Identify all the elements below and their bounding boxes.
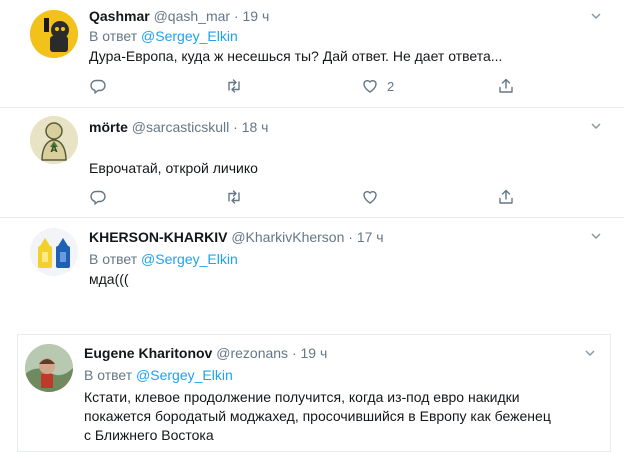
reply-mention-link[interactable]: @Sergey_Elkin (141, 251, 238, 267)
tweet-card[interactable]: A mörte @sarcasticskull · 18 ч Еврочатай… (0, 108, 624, 214)
timestamp[interactable]: 19 ч (243, 8, 270, 24)
reply-context: В ответ @Sergey_Elkin (89, 250, 238, 268)
tweet-text: Еврочатай, открой личико (89, 159, 258, 178)
reply-prefix: В ответ (89, 251, 138, 267)
user-handle[interactable]: @qash_mar (154, 8, 230, 24)
reply-button[interactable] (89, 188, 107, 206)
avatar[interactable]: A (30, 116, 78, 164)
tweet-actions: 2 (89, 77, 519, 95)
user-handle[interactable]: @KharkivKherson (231, 229, 344, 245)
timestamp[interactable]: 17 ч (357, 229, 384, 245)
like-count: 2 (387, 78, 395, 94)
share-button[interactable] (497, 77, 515, 95)
heart-icon (363, 80, 377, 93)
tweet-text-line: Кстати, клевое продолжение получится, ко… (84, 389, 520, 405)
tweet-text-line: Еврочатай, открой личико (89, 160, 258, 176)
tweet-text-line: мда((( (89, 271, 129, 287)
avatar[interactable] (30, 228, 78, 276)
tweet-header: mörte @sarcasticskull · 18 ч (89, 118, 268, 136)
like-button[interactable]: 2 (361, 77, 394, 95)
display-name[interactable]: mörte (89, 119, 128, 135)
reply-context: В ответ @Sergey_Elkin (89, 27, 238, 45)
tweet-text-line: с Ближнего Востока (84, 427, 214, 443)
display-name[interactable]: Qashmar (89, 8, 150, 24)
timestamp[interactable]: 18 ч (242, 119, 269, 135)
display-name[interactable]: KHERSON-KHARKIV (89, 229, 227, 245)
chevron-down-icon[interactable] (590, 120, 602, 132)
retweet-button[interactable] (225, 77, 243, 95)
user-handle[interactable]: @sarcasticskull (132, 119, 229, 135)
timestamp[interactable]: 19 ч (301, 345, 328, 361)
reply-mention-link[interactable]: @Sergey_Elkin (141, 28, 238, 44)
reply-icon (90, 190, 106, 205)
display-name[interactable]: Eugene Kharitonov (84, 345, 212, 361)
tweet-actions (89, 188, 519, 206)
reply-button[interactable] (89, 77, 107, 95)
tweet-text-line: Дура-Европа, куда ж несешься ты? Дай отв… (89, 48, 503, 64)
share-button[interactable] (497, 188, 515, 206)
tweet-header: Eugene Kharitonov @rezonans · 19 ч (84, 344, 327, 362)
user-handle[interactable]: @rezonans (216, 345, 288, 361)
separator-dot: · (291, 345, 297, 361)
separator-dot: · (233, 8, 239, 24)
tweet-card[interactable]: Qashmar @qash_mar · 19 ч В ответ @Sergey… (0, 0, 624, 106)
like-button[interactable] (361, 188, 379, 206)
tweet-text: мда((( (89, 270, 129, 289)
reply-icon (90, 79, 106, 94)
chevron-down-icon[interactable] (590, 230, 602, 242)
reply-mention-link[interactable]: @Sergey_Elkin (136, 367, 233, 383)
retweet-button[interactable] (225, 188, 243, 206)
share-icon (499, 78, 513, 93)
heart-icon (363, 191, 377, 204)
reply-context: В ответ @Sergey_Elkin (84, 366, 233, 384)
reply-prefix: В ответ (89, 28, 138, 44)
retweet-icon (228, 190, 240, 204)
chevron-down-icon[interactable] (590, 10, 602, 22)
tweet-header: Qashmar @qash_mar · 19 ч (89, 7, 269, 25)
tweet-card[interactable]: KHERSON-KHARKIV @KharkivKherson · 17 ч В… (0, 218, 624, 318)
avatar[interactable] (30, 10, 78, 58)
svg-text:A: A (51, 145, 58, 155)
chevron-down-icon[interactable] (584, 347, 596, 359)
tweet-card[interactable]: Eugene Kharitonov @rezonans · 19 ч В отв… (17, 334, 611, 452)
tweet-text: Кстати, клевое продолжение получится, ко… (84, 388, 551, 445)
separator-dot: · (348, 229, 353, 245)
tweet-header: KHERSON-KHARKIV @KharkivKherson · 17 ч (89, 228, 384, 246)
separator-dot: · (233, 119, 238, 135)
reply-prefix: В ответ (84, 367, 133, 383)
retweet-icon (228, 79, 240, 93)
share-icon (499, 189, 513, 204)
tweet-text: Дура-Европа, куда ж несешься ты? Дай отв… (89, 47, 502, 66)
avatar[interactable] (25, 344, 73, 392)
tweet-text-line: покажется бородатый моджахед, просочивши… (84, 408, 551, 424)
